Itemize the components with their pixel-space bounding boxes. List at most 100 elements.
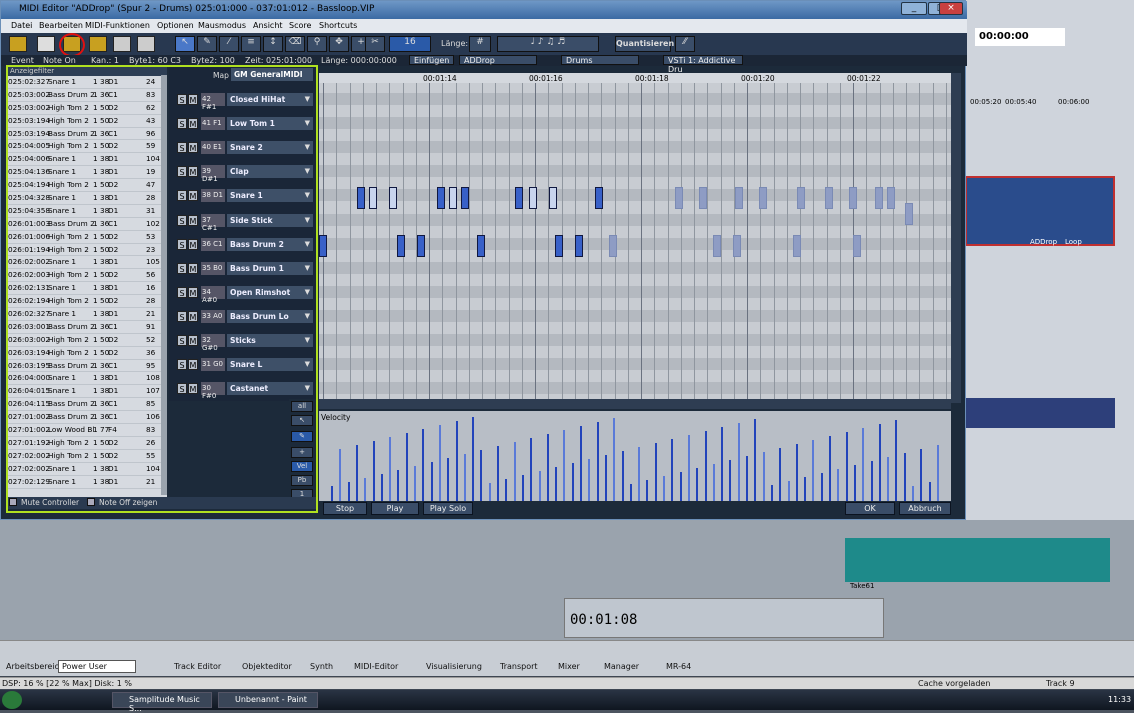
menu-optionen[interactable]: Optionen xyxy=(157,21,194,30)
drum-hit[interactable] xyxy=(595,187,603,209)
audio-waveform[interactable] xyxy=(965,398,1115,428)
velocity-bar[interactable] xyxy=(389,437,392,501)
velocity-bar[interactable] xyxy=(488,483,491,501)
velocity-bar[interactable] xyxy=(596,422,599,501)
velocity-bar[interactable] xyxy=(538,471,541,501)
velocity-bar[interactable] xyxy=(920,449,923,501)
velocity-bar[interactable] xyxy=(463,454,466,501)
velocity-bar[interactable] xyxy=(829,436,831,501)
velocity-bar[interactable] xyxy=(646,480,649,501)
drum-hit[interactable] xyxy=(529,187,537,209)
velocity-bar[interactable] xyxy=(405,433,408,501)
velocity-bar[interactable] xyxy=(654,443,657,501)
quantize-button[interactable]: Quantisieren xyxy=(615,36,674,52)
drum-hit[interactable] xyxy=(549,187,557,209)
taskbar-app-samplitude[interactable]: Samplitude Music S... xyxy=(112,692,212,713)
move-tool[interactable]: ✥ xyxy=(329,36,349,52)
drum-hit[interactable] xyxy=(369,187,377,209)
score2-view-button[interactable] xyxy=(137,36,155,52)
drum-hit[interactable] xyxy=(733,235,741,257)
link-button[interactable]: ⁄⁄ xyxy=(675,36,695,52)
start-button[interactable] xyxy=(2,691,22,709)
drum-lane[interactable] xyxy=(319,285,951,298)
drum-hit[interactable] xyxy=(887,187,895,209)
velocity-bar[interactable] xyxy=(472,417,475,501)
menu-shortcuts[interactable]: Shortcuts xyxy=(319,21,357,30)
byte2-field[interactable]: Byte2: 100 xyxy=(191,56,235,65)
velocity-bar[interactable] xyxy=(613,418,616,501)
velocity-bar[interactable] xyxy=(580,426,582,501)
velocity-bar[interactable] xyxy=(795,444,798,501)
drum-hit[interactable] xyxy=(389,187,397,209)
menu-ansicht[interactable]: Ansicht xyxy=(253,21,283,30)
velocity-bar[interactable] xyxy=(546,434,549,501)
velocity-bar[interactable] xyxy=(530,438,533,501)
velocity-bar[interactable] xyxy=(779,448,782,501)
velocity-bar[interactable] xyxy=(571,463,574,501)
channel-field[interactable]: Kan.: 1 xyxy=(91,56,119,65)
drum-hit[interactable] xyxy=(319,235,327,257)
velocity-bar[interactable] xyxy=(912,486,914,501)
velocity-bar[interactable] xyxy=(397,470,400,501)
cut-tool[interactable]: ✂ xyxy=(365,36,385,52)
velocity-bar[interactable] xyxy=(704,431,707,501)
drum-hit[interactable] xyxy=(875,187,883,209)
velocity-bar[interactable] xyxy=(604,455,607,501)
minimize-button[interactable]: _ xyxy=(901,2,927,15)
visualisierung-button[interactable]: Visualisierung xyxy=(412,660,486,674)
drum-hit[interactable] xyxy=(575,235,583,257)
drum-grid[interactable] xyxy=(319,83,951,399)
drum-hit[interactable] xyxy=(357,187,365,209)
velocity-bar[interactable] xyxy=(331,486,333,501)
drum-hit[interactable] xyxy=(461,187,469,209)
velocity-bar[interactable] xyxy=(663,476,665,501)
grid-select[interactable]: 16 xyxy=(389,36,431,52)
synth-button[interactable]: Synth xyxy=(296,660,337,674)
velocity-bar[interactable] xyxy=(729,460,732,501)
audio-waveform[interactable] xyxy=(845,538,1110,582)
velocity-bar[interactable] xyxy=(513,442,516,501)
menu-mausmodus[interactable]: Mausmodus xyxy=(198,21,246,30)
track-select[interactable]: ADDrop xyxy=(459,55,537,65)
menu-bearbeiten[interactable]: Bearbeiten xyxy=(39,21,83,30)
eraser-tool[interactable]: ⌫ xyxy=(285,36,305,52)
drum-hit[interactable] xyxy=(797,187,805,209)
einfuegen-button[interactable]: Einfügen xyxy=(409,55,455,65)
drum-hit[interactable] xyxy=(477,235,485,257)
grid-horizontal-scrollbar[interactable] xyxy=(319,399,951,409)
drum-lane[interactable] xyxy=(319,141,951,154)
controller-view-button[interactable] xyxy=(89,36,107,52)
velocity-bar[interactable] xyxy=(762,452,765,501)
velocity-bar[interactable] xyxy=(721,427,724,501)
velocity-bar[interactable] xyxy=(812,440,815,501)
note-length-buttons[interactable]: ♩ ♪ ♫ ♬ xyxy=(497,36,599,52)
zoom-tool[interactable]: ⚲ xyxy=(307,36,327,52)
piano-view-button[interactable] xyxy=(37,36,55,52)
list-view-button[interactable] xyxy=(9,36,27,52)
pointer-tool[interactable]: ↖ xyxy=(175,36,195,52)
abbruch-button[interactable]: Abbruch xyxy=(899,502,951,515)
velocity-bar[interactable] xyxy=(712,464,715,501)
zeit-field[interactable]: Zeit: 025:01:000 xyxy=(245,56,312,65)
stop-button[interactable]: Stop xyxy=(323,502,367,515)
play-solo-button[interactable]: Play Solo xyxy=(423,502,473,515)
velocity-bar[interactable] xyxy=(687,435,690,501)
drum-hit[interactable] xyxy=(555,235,563,257)
laenge-field[interactable]: Länge: 000:00:000 xyxy=(321,56,397,65)
velocity-bar[interactable] xyxy=(853,465,856,501)
mr64-button[interactable]: MR-64 xyxy=(652,660,695,674)
list-tool[interactable]: ≡ xyxy=(241,36,261,52)
ok-button[interactable]: OK xyxy=(845,502,895,515)
drum-lane[interactable] xyxy=(319,165,951,178)
midi-editor-button[interactable]: MIDI-Editor xyxy=(340,660,402,674)
velocity-bar[interactable] xyxy=(430,462,433,501)
instrument-select[interactable]: Drums xyxy=(561,55,639,65)
drum-hit[interactable] xyxy=(905,203,913,225)
velocity-bar[interactable] xyxy=(563,430,566,501)
grid-vertical-scrollbar[interactable] xyxy=(951,73,961,403)
workspace-select[interactable]: Power User xyxy=(58,660,136,673)
drum-lane[interactable] xyxy=(319,213,951,226)
velocity-bar[interactable] xyxy=(887,457,890,501)
drum-hit[interactable] xyxy=(853,235,861,257)
velocity-tool[interactable]: ↕ xyxy=(263,36,283,52)
